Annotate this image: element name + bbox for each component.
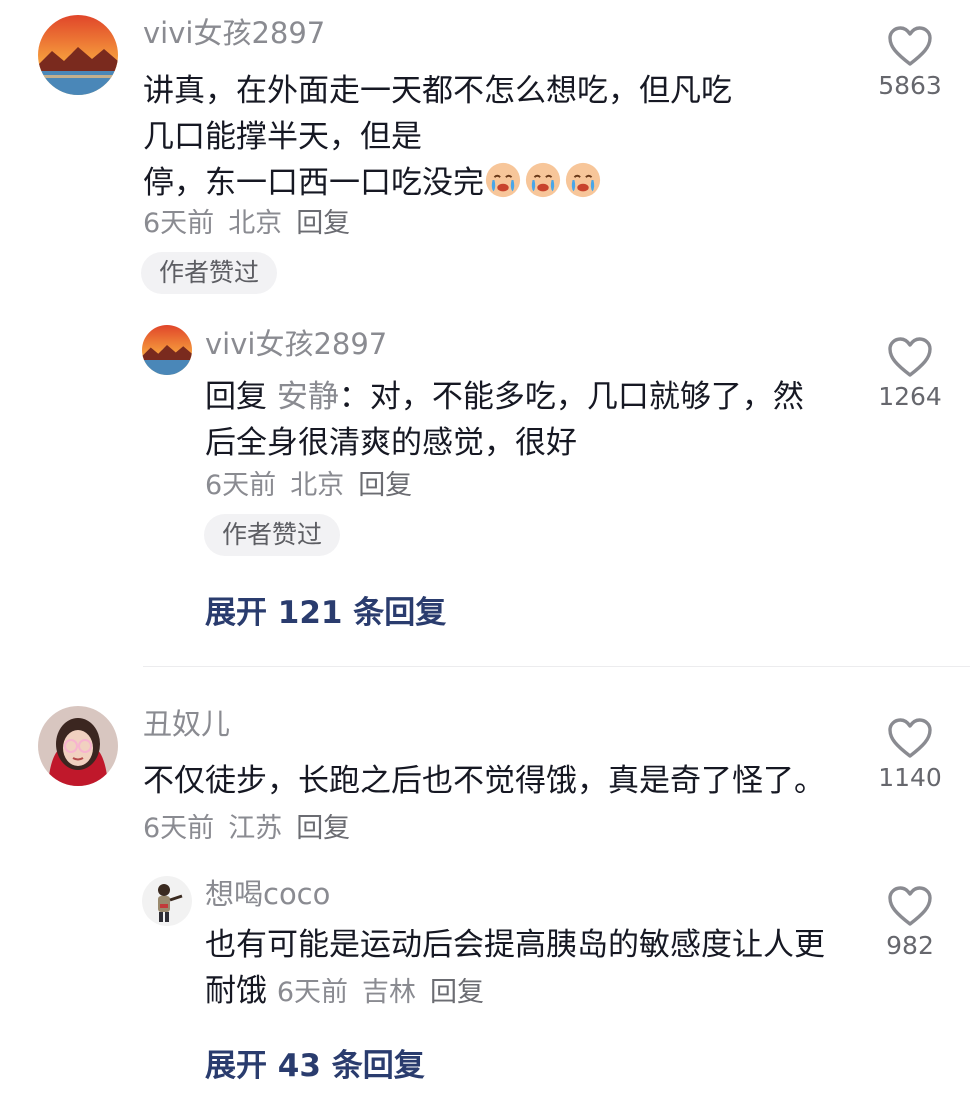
author-liked-badge: 作者赞过 [141,252,278,294]
reply-avatar[interactable] [142,876,192,926]
sunset-avatar-image [38,15,118,95]
comment-text: 讲真，在外面走一天都不怎么想吃，但凡吃 几口能撑半天，但是 停，东一口西一口吃没… [143,73,732,201]
reply-meta: 6天前 吉林 回复 [277,977,498,1008]
like-count: 1140 [878,763,942,792]
reply-button[interactable]: 回复 [430,977,484,1008]
like-count: 5863 [878,71,942,100]
comment-text: 不仅徒步，长跑之后也不觉得饿，真是奇了怪了。 6天前 江苏 回复 [143,763,825,844]
comment-username[interactable]: vivi女孩2897 [143,16,325,50]
like-button[interactable]: 1140 [870,717,950,793]
reply-time: 6天前 [276,977,349,1008]
reply-button[interactable]: 回复 [358,470,412,501]
heart-outline-icon [888,337,932,377]
reply-text: 回复 安静：对，不能多吃，几口就够了，然后全身很清爽的感觉，很好 [205,379,804,461]
comment-time: 6天前 [143,208,215,239]
mention-user[interactable]: 安静 [277,379,339,415]
reply-username[interactable]: vivi女孩2897 [205,327,387,361]
reply-location: 吉林 [362,977,417,1008]
comment-location: 北京 [228,208,283,239]
comment-divider [143,666,970,667]
like-button[interactable]: 982 [870,885,950,961]
comment-username[interactable]: 丑奴儿 [143,707,230,741]
like-button[interactable]: 1264 [870,336,950,412]
comment-meta: 6天前 北京 回复 [143,207,364,241]
author-liked-badge: 作者赞过 [204,514,341,556]
avatar[interactable] [38,706,118,786]
like-count: 1264 [878,382,942,411]
comment-location: 江苏 [228,813,283,844]
avatar[interactable] [38,15,118,95]
like-count: 982 [886,931,934,960]
reply-prefix: 回复 [205,379,267,415]
person-avatar-image [142,876,192,926]
comment-meta: 6天前 江苏 回复 [143,813,364,844]
comment-time: 6天前 [143,813,215,844]
crying-face-emoji-icon [525,162,561,198]
reply-location: 北京 [290,470,345,501]
heart-outline-icon [888,718,932,758]
reply-button[interactable]: 回复 [296,813,350,844]
heart-outline-icon [888,26,932,66]
crying-face-emoji-icon [565,162,601,198]
expand-replies-button[interactable]: 展开 43 条回复 [205,1040,425,1085]
heart-outline-icon [888,886,932,926]
reply-meta: 6天前 北京 回复 [205,469,426,503]
like-button[interactable]: 5863 [870,25,950,101]
reply-username[interactable]: 想喝coco [205,877,330,911]
reply-text: 也有可能是运动后会提高胰岛的敏感度让人更耐饿 6天前 吉林 回复 [205,927,825,1009]
expand-replies-button[interactable]: 展开 121 条回复 [205,587,446,632]
crying-face-emoji-icon [485,162,521,198]
reply-button[interactable]: 回复 [296,208,350,239]
person-avatar-image [38,706,118,786]
sunset-avatar-image [142,325,192,375]
reply-avatar[interactable] [142,325,192,375]
reply-time: 6天前 [205,470,277,501]
